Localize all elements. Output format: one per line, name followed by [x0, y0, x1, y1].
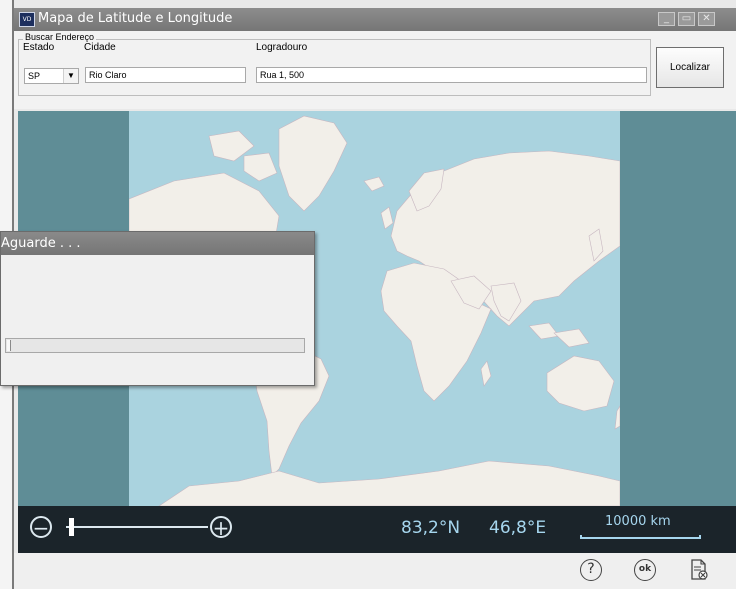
- zoom-slider-thumb[interactable]: [69, 518, 74, 536]
- map-toolbar: − + 83,2°N 46,8°E 10000 km: [18, 506, 736, 553]
- logradouro-input[interactable]: Rua 1, 500: [256, 67, 647, 83]
- help-icon[interactable]: ?: [580, 559, 602, 581]
- localizar-button[interactable]: Localizar: [656, 47, 724, 88]
- footer-bar: ? ok: [14, 553, 736, 589]
- app-icon: VD: [19, 12, 35, 27]
- zoom-in-button[interactable]: +: [210, 516, 232, 538]
- zoom-slider-track[interactable]: [66, 526, 208, 528]
- address-search-group: Buscar Endereço Estado Cidade Logradouro…: [18, 32, 651, 96]
- chevron-down-icon[interactable]: ▼: [63, 69, 78, 83]
- estado-select[interactable]: SP ▼: [24, 68, 79, 84]
- wait-dialog: Aguarde . . .: [0, 231, 315, 386]
- search-panel: Buscar Endereço Estado Cidade Logradouro…: [14, 31, 736, 109]
- dialog-title: Aguarde . . .: [1, 236, 81, 251]
- group-label: Buscar Endereço: [23, 32, 97, 42]
- latitude-readout: 83,2°N: [401, 518, 461, 538]
- zoom-out-button[interactable]: −: [30, 516, 52, 538]
- dialog-body: [1, 255, 314, 385]
- title-bar[interactable]: VD Mapa de Latitude e Longitude _ ▭ ✕: [14, 8, 736, 31]
- maximize-button[interactable]: ▭: [678, 12, 695, 26]
- cidade-input[interactable]: Rio Claro: [85, 67, 246, 83]
- document-close-icon[interactable]: [688, 559, 710, 581]
- scale-label: 10000 km: [605, 514, 671, 529]
- dialog-title-bar[interactable]: Aguarde . . .: [1, 232, 314, 255]
- estado-label: Estado: [23, 42, 55, 53]
- scale-bar: [580, 535, 701, 539]
- cidade-label: Cidade: [84, 42, 116, 53]
- minimize-button[interactable]: _: [658, 12, 675, 26]
- close-button[interactable]: ✕: [698, 12, 715, 26]
- longitude-readout: 46,8°E: [489, 518, 547, 538]
- estado-value: SP: [28, 71, 41, 81]
- ok-icon[interactable]: ok: [634, 559, 656, 581]
- progress-bar: [5, 338, 305, 353]
- logradouro-label: Logradouro: [256, 42, 308, 53]
- progress-fill: [7, 340, 11, 351]
- window-title: Mapa de Latitude e Longitude: [38, 11, 233, 26]
